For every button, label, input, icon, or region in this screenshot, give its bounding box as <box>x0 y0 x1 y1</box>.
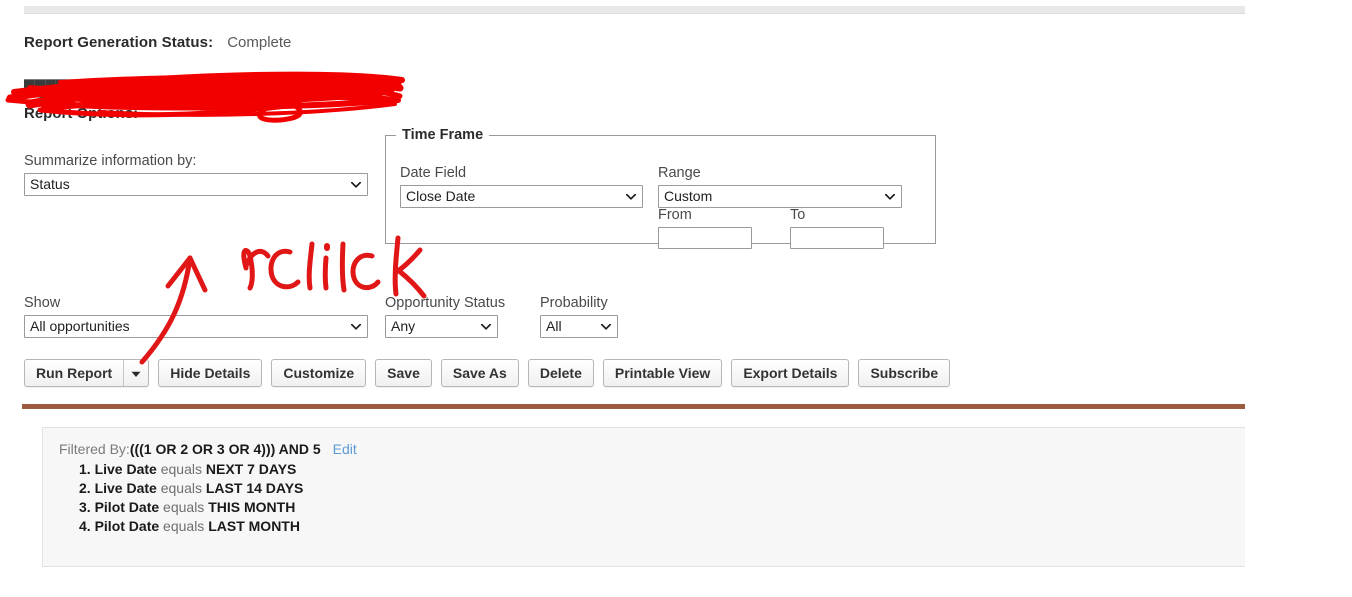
filter-value: LAST MONTH <box>208 518 300 534</box>
filtered-by-label: Filtered By: <box>59 441 130 457</box>
caret-down-icon <box>131 366 141 381</box>
export-details-button[interactable]: Export Details <box>731 359 850 387</box>
run-report-dropdown-toggle[interactable] <box>123 360 148 386</box>
redacted-text-line: ██████ ███ █████████ ████████ <box>24 80 313 97</box>
filter-operator: equals <box>163 518 205 534</box>
delete-button[interactable]: Delete <box>527 359 594 387</box>
filter-field: Pilot Date <box>94 518 160 534</box>
probability-select[interactable]: All <box>540 315 618 338</box>
printable-view-button[interactable]: Printable View <box>602 359 723 387</box>
edit-filters-link[interactable]: Edit <box>333 441 357 457</box>
report-generation-status: Report Generation Status: Complete <box>24 34 291 51</box>
filter-field: Live Date <box>94 461 157 477</box>
list-item: 4. Pilot Date equals LAST MONTH <box>79 517 1245 536</box>
show-label: Show <box>24 295 61 311</box>
filter-number: 4. <box>79 518 91 534</box>
status-label: Report Generation Status: <box>24 34 214 51</box>
filter-operator: equals <box>163 499 205 515</box>
range-select-wrap: Custom <box>658 185 902 208</box>
probability-label: Probability <box>540 295 608 311</box>
filter-value: NEXT 7 DAYS <box>205 461 297 477</box>
opportunity-status-label: Opportunity Status <box>385 295 506 311</box>
to-label: To <box>790 207 806 223</box>
summarize-select-wrap: Status <box>24 173 368 196</box>
list-item: 2. Live Date equals LAST 14 DAYS <box>79 479 1245 498</box>
from-group: From <box>658 207 752 249</box>
filter-summary-box: Filtered By:(((1 OR 2 OR 3 OR 4))) AND 5… <box>42 427 1245 567</box>
report-action-buttons: Run Report Hide Details Customize Save S… <box>24 359 951 387</box>
summarize-label: Summarize information by: <box>24 153 197 169</box>
run-report-button[interactable]: Run Report <box>25 360 123 386</box>
summarize-field-group: Summarize information by: Status <box>24 153 368 196</box>
from-label: From <box>658 207 692 223</box>
to-group: To <box>790 207 884 249</box>
probability-select-wrap: All <box>540 315 618 338</box>
show-field-group: Show All opportunities <box>24 295 368 338</box>
opportunity-status-select[interactable]: Any <box>385 315 498 338</box>
range-label: Range <box>658 165 701 181</box>
from-date-input[interactable] <box>658 227 752 249</box>
report-page: Report Generation Status: Complete ██████… <box>0 0 1245 597</box>
hide-details-button[interactable]: Hide Details <box>158 359 263 387</box>
time-frame-fieldset: Time Frame Date Field Close Date Range C… <box>385 127 936 249</box>
summarize-select[interactable]: Status <box>24 173 368 196</box>
filter-criteria-list: 1. Live Date equals NEXT 7 DAYS 2. Live … <box>59 460 1245 536</box>
filter-number: 3. <box>79 499 91 515</box>
show-select-wrap: All opportunities <box>24 315 368 338</box>
save-as-button[interactable]: Save As <box>440 359 519 387</box>
report-options-heading: Report Options: <box>24 105 139 122</box>
time-frame-legend: Time Frame <box>402 127 484 143</box>
list-item: 1. Live Date equals NEXT 7 DAYS <box>79 460 1245 479</box>
show-select[interactable]: All opportunities <box>24 315 368 338</box>
opportunity-status-group: Opportunity Status Any <box>385 295 505 338</box>
filter-operator: equals <box>160 461 202 477</box>
filter-field: Pilot Date <box>94 499 160 515</box>
filter-expression: (((1 OR 2 OR 3 OR 4))) AND 5 <box>129 441 321 457</box>
customize-button[interactable]: Customize <box>271 359 367 387</box>
range-field-group: Range Custom <box>658 165 902 208</box>
date-field-group: Date Field Close Date <box>400 165 643 208</box>
list-item: 3. Pilot Date equals THIS MONTH <box>79 498 1245 517</box>
from-to-group: From To <box>658 207 884 249</box>
filter-number: 2. <box>79 480 91 496</box>
probability-group: Probability All <box>540 295 618 338</box>
filter-value: LAST 14 DAYS <box>205 480 304 496</box>
filter-operator: equals <box>160 480 202 496</box>
date-field-label: Date Field <box>400 165 467 181</box>
range-select[interactable]: Custom <box>658 185 902 208</box>
to-date-input[interactable] <box>790 227 884 249</box>
save-button[interactable]: Save <box>375 359 432 387</box>
date-field-select[interactable]: Close Date <box>400 185 643 208</box>
top-chrome-strip <box>24 6 1245 14</box>
filter-number: 1. <box>79 461 91 477</box>
filter-field: Live Date <box>94 480 157 496</box>
report-results-panel: Filtered By:(((1 OR 2 OR 3 OR 4))) AND 5… <box>22 404 1245 597</box>
opportunity-status-select-wrap: Any <box>385 315 498 338</box>
date-field-select-wrap: Close Date <box>400 185 643 208</box>
subscribe-button[interactable]: Subscribe <box>858 359 951 387</box>
run-report-split-button[interactable]: Run Report <box>24 359 150 387</box>
status-value: Complete <box>227 34 292 51</box>
filter-header: Filtered By:(((1 OR 2 OR 3 OR 4))) AND 5… <box>59 440 1245 459</box>
filter-value: THIS MONTH <box>208 499 296 515</box>
